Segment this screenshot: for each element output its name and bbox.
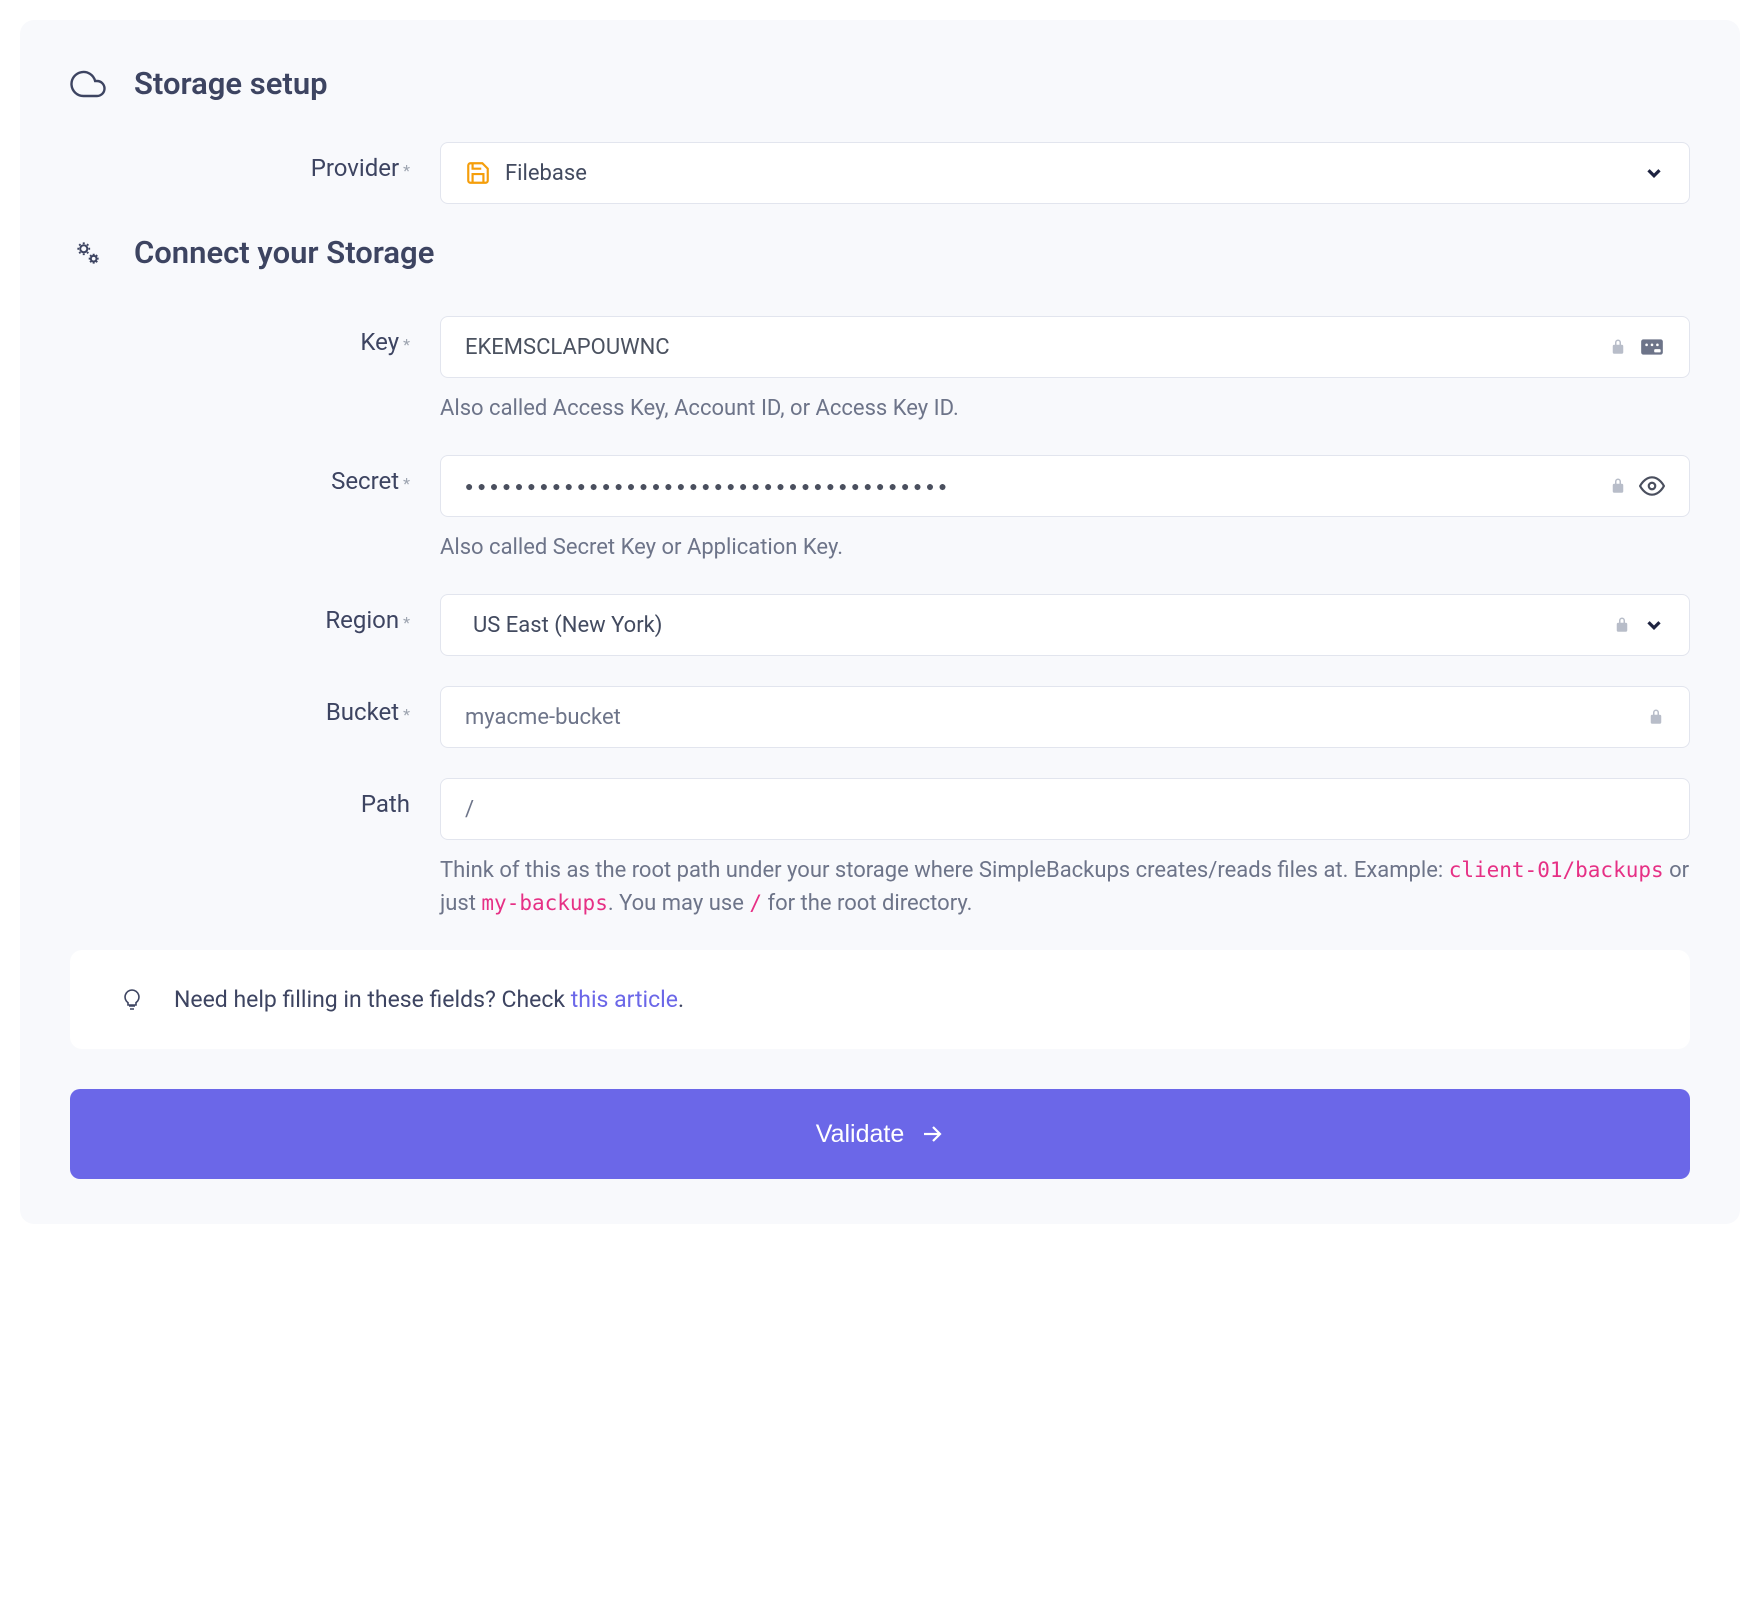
section-header-connect-storage: Connect your Storage <box>70 234 1690 271</box>
filebase-icon <box>465 160 491 186</box>
help-key: Also called Access Key, Account ID, or A… <box>440 392 1690 425</box>
gears-icon <box>70 235 106 271</box>
secret-input-wrapper: ●●●●●●●●●●●●●●●●●●●●●●●●●●●●●●●●●●●●●●● <box>440 455 1690 517</box>
help-path: Think of this as the root path under you… <box>440 854 1690 920</box>
label-secret: Secret <box>331 467 399 495</box>
chevron-down-icon <box>1643 614 1665 636</box>
arrow-right-icon <box>920 1122 944 1146</box>
cloud-icon <box>70 66 106 102</box>
path-input-wrapper <box>440 778 1690 840</box>
section-title-connect-storage: Connect your Storage <box>134 234 434 271</box>
lock-icon <box>1609 338 1627 356</box>
region-value: US East (New York) <box>465 613 1613 638</box>
bucket-input[interactable] <box>465 705 1647 730</box>
label-path: Path <box>361 790 410 818</box>
path-input[interactable] <box>465 797 1665 822</box>
lock-icon <box>1609 477 1627 495</box>
bucket-input-wrapper <box>440 686 1690 748</box>
lock-icon <box>1647 708 1665 726</box>
section-header-storage-setup: Storage setup <box>70 65 1690 102</box>
key-input-wrapper <box>440 316 1690 378</box>
label-provider: Provider <box>311 154 399 182</box>
provider-value: Filebase <box>505 161 1643 186</box>
password-manager-icon[interactable] <box>1639 334 1665 360</box>
lightbulb-icon <box>120 988 144 1012</box>
info-text: Need help filling in these fields? Check… <box>174 986 684 1013</box>
label-region: Region <box>325 606 399 634</box>
provider-select[interactable]: Filebase <box>440 142 1690 204</box>
help-info-box: Need help filling in these fields? Check… <box>70 950 1690 1049</box>
help-article-link[interactable]: this article <box>571 986 678 1013</box>
region-select[interactable]: US East (New York) <box>440 594 1690 656</box>
label-key: Key <box>360 328 399 356</box>
chevron-down-icon <box>1643 162 1665 184</box>
eye-icon[interactable] <box>1639 473 1665 499</box>
secret-input[interactable]: ●●●●●●●●●●●●●●●●●●●●●●●●●●●●●●●●●●●●●●● <box>465 478 1609 495</box>
storage-setup-card: Storage setup Provider* Filebase <box>20 20 1740 1224</box>
validate-button[interactable]: Validate <box>70 1089 1690 1179</box>
label-bucket: Bucket <box>326 698 399 726</box>
key-input[interactable] <box>465 335 1609 360</box>
section-title-storage-setup: Storage setup <box>134 65 328 102</box>
help-secret: Also called Secret Key or Application Ke… <box>440 531 1690 564</box>
lock-icon <box>1613 616 1631 634</box>
